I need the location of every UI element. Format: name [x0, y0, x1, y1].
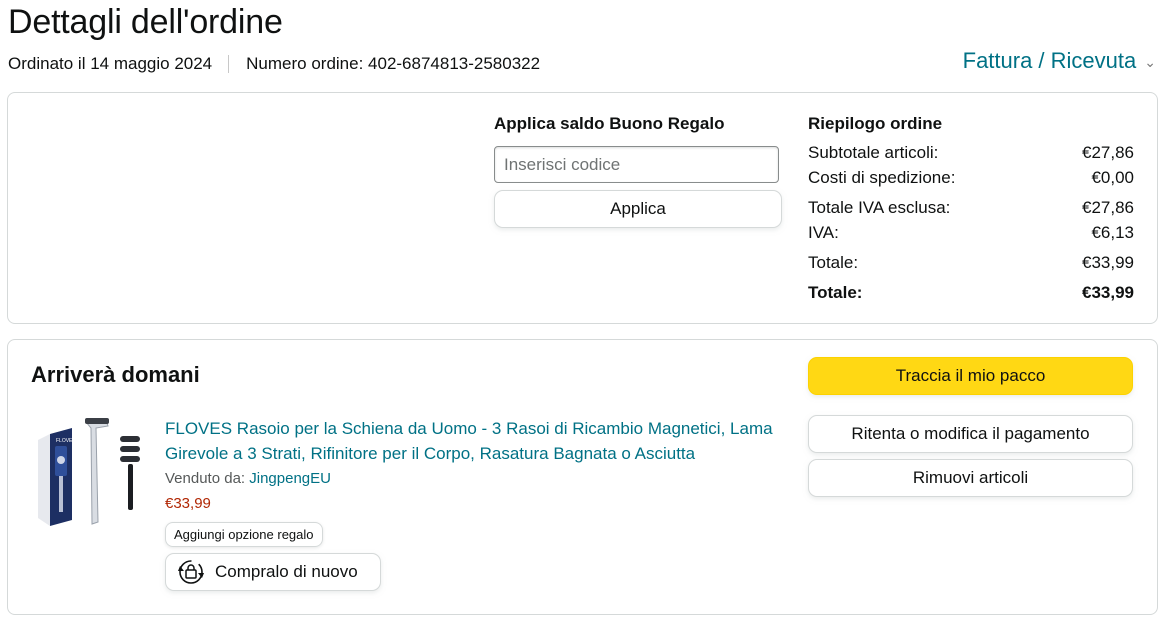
summary-label: Totale IVA esclusa: [808, 198, 951, 217]
summary-row-net-total: Totale IVA esclusa: €27,86 [808, 198, 1134, 218]
sold-by-label: Venduto da: [165, 470, 246, 487]
summary-row-subtotal: Subtotale articoli: €27,86 [808, 143, 1134, 163]
product-price: €33,99 [165, 495, 211, 512]
chevron-down-icon[interactable]: ⌄ [1144, 54, 1156, 71]
remove-items-button[interactable]: Rimuovi articoli [808, 459, 1133, 497]
summary-row-vat: IVA: €6,13 [808, 223, 1134, 243]
product-image[interactable]: FLOVES [36, 414, 146, 530]
apply-gift-button[interactable]: Applica [494, 190, 782, 228]
gift-code-input[interactable] [494, 146, 779, 183]
seller-link[interactable]: JingpengEU [249, 470, 331, 487]
order-date: Ordinato il 14 maggio 2024 [8, 54, 213, 73]
summary-label: Totale: [808, 283, 863, 302]
summary-label: IVA: [808, 223, 839, 242]
invoice-dropdown[interactable]: Fattura / Ricevuta ⌄ [963, 48, 1156, 74]
gift-card-title: Applica saldo Buono Regalo [494, 114, 725, 133]
summary-value: €27,86 [1082, 143, 1134, 162]
buy-again-label[interactable]: Compralo di nuovo [215, 562, 358, 582]
product-title-link[interactable]: FLOVES Rasoio per la Schiena da Uomo - 3… [165, 416, 785, 466]
sold-by: Venduto da: JingpengEU [165, 470, 331, 487]
buy-again-button[interactable]: Compralo di nuovo [165, 553, 381, 591]
delivery-status: Arriverà domani [31, 362, 200, 387]
summary-value: €33,99 [1082, 253, 1134, 272]
summary-value: €0,00 [1091, 168, 1134, 187]
summary-title: Riepilogo ordine [808, 114, 943, 133]
page-title: Dettagli dell'ordine [8, 3, 283, 41]
svg-text:FLOVES: FLOVES [56, 438, 76, 444]
invoice-link-label[interactable]: Fattura / Ricevuta [963, 48, 1137, 74]
meta-divider [228, 55, 230, 73]
summary-value: €27,86 [1082, 198, 1134, 217]
summary-label: Totale: [808, 253, 859, 272]
buy-again-icon [176, 557, 206, 587]
summary-row-shipping: Costi di spedizione: €0,00 [808, 168, 1134, 188]
order-meta: Ordinato il 14 maggio 2024 Numero ordine… [8, 54, 540, 74]
retry-payment-button[interactable]: Ritenta o modifica il pagamento [808, 415, 1133, 453]
summary-label: Costi di spedizione: [808, 168, 956, 187]
summary-row-grand-total: Totale: €33,99 [808, 283, 1134, 303]
order-number: Numero ordine: 402-6874813-2580322 [246, 54, 541, 73]
add-gift-option-button[interactable]: Aggiungi opzione regalo [165, 522, 323, 547]
gift-option-label[interactable]: Aggiungi opzione regalo [174, 527, 314, 542]
track-package-button[interactable]: Traccia il mio pacco [808, 357, 1133, 395]
summary-row-total: Totale: €33,99 [808, 253, 1134, 273]
summary-value: €33,99 [1082, 283, 1134, 302]
summary-value: €6,13 [1091, 223, 1134, 242]
summary-label: Subtotale articoli: [808, 143, 939, 162]
